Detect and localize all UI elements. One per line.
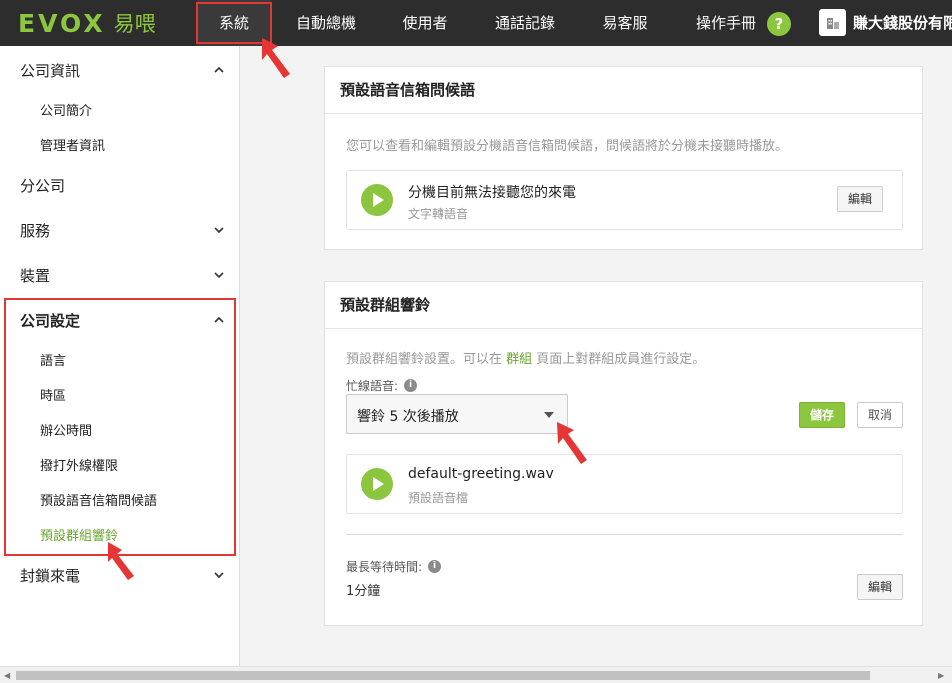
sidebar-company-info[interactable]: 公司資訊 xyxy=(20,60,80,81)
card-title: 預設群組響鈴 xyxy=(325,282,922,329)
voicemail-greeting-card: 預設語音信箱問候語 您可以查看和編輯預設分機語音信箱問候語，問候語將於分機未接聽… xyxy=(324,66,923,250)
caret-down-icon xyxy=(544,412,554,418)
audio-name: 分機目前無法接聽您的來電 xyxy=(408,185,576,201)
sidebar-block-calls[interactable]: 封鎖來電 xyxy=(20,565,80,586)
sidebar-services[interactable]: 服務 xyxy=(20,220,50,241)
play-icon[interactable] xyxy=(361,468,393,500)
info-icon[interactable]: i xyxy=(428,560,442,573)
audio-item: 分機目前無法接聽您的來電 文字轉語音 編輯 xyxy=(346,170,903,230)
group-link[interactable]: 群組 xyxy=(506,352,532,367)
top-nav-bar: EVOX 易喂 系統 自動總機 使用者 通話記錄 易客服 操作手冊 ? 賺大錢股… xyxy=(0,0,952,46)
company-icon[interactable] xyxy=(819,9,846,36)
audio-item: default-greeting.wav 預設語音檔 xyxy=(346,454,903,514)
select-value: 響鈴 5 次後播放 xyxy=(357,409,459,425)
help-icon[interactable]: ? xyxy=(767,12,791,36)
group-ringtone-card: 預設群組響鈴 預設群組響鈴設置。可以在 群組 頁面上對群組成員進行設定。 忙線語… xyxy=(324,281,923,626)
card-title: 預設語音信箱問候語 xyxy=(325,67,922,114)
scroll-left-icon[interactable]: ◀ xyxy=(4,671,10,680)
nav-manual[interactable]: 操作手冊 xyxy=(682,0,770,46)
chevron-down-icon[interactable] xyxy=(212,268,226,282)
nav-users[interactable]: 使用者 xyxy=(390,0,460,46)
save-button[interactable]: 儲存 xyxy=(799,402,845,428)
chevron-down-icon[interactable] xyxy=(212,223,226,237)
sidebar-admin-info[interactable]: 管理者資訊 xyxy=(40,135,105,154)
chevron-down-icon[interactable] xyxy=(212,568,226,582)
nav-call-records[interactable]: 通話記錄 xyxy=(482,0,568,46)
busy-voice-label: 忙線語音: i xyxy=(346,377,418,394)
edit-button[interactable]: 編輯 xyxy=(837,186,883,212)
busy-label-text: 忙線語音: xyxy=(346,379,399,393)
card-description: 預設群組響鈴設置。可以在 群組 頁面上對群組成員進行設定。 xyxy=(346,348,705,367)
nav-customer-service[interactable]: 易客服 xyxy=(590,0,660,46)
card-description: 您可以查看和編輯預設分機語音信箱問候語，問候語將於分機未接聽時播放。 xyxy=(346,139,789,154)
sidebar-branch[interactable]: 分公司 xyxy=(20,175,65,196)
max-wait-value: 1分鐘 xyxy=(346,584,381,599)
sidebar-company-profile[interactable]: 公司簡介 xyxy=(40,100,92,119)
nav-auto-attendant[interactable]: 自動總機 xyxy=(281,0,371,46)
wait-label-text: 最長等待時間: xyxy=(346,560,423,574)
scroll-right-icon[interactable]: ▶ xyxy=(938,671,944,680)
desc-text: 預設群組響鈴設置。可以在 xyxy=(346,352,507,367)
play-icon[interactable] xyxy=(361,184,393,216)
divider xyxy=(346,534,903,535)
annotation-highlight-sidebar xyxy=(4,298,236,556)
info-icon[interactable]: i xyxy=(404,379,418,392)
audio-type: 預設語音檔 xyxy=(408,491,469,505)
max-wait-label: 最長等待時間: i xyxy=(346,558,442,575)
chevron-up-icon[interactable] xyxy=(212,63,226,77)
scrollbar-thumb[interactable] xyxy=(16,671,870,680)
annotation-arrow-icon xyxy=(557,422,587,464)
audio-type: 文字轉語音 xyxy=(408,207,469,221)
logo-cn: 易喂 xyxy=(113,12,156,36)
logo-text: EVOX xyxy=(18,8,106,38)
annotation-arrow-icon xyxy=(262,38,290,78)
evox-logo[interactable]: EVOX 易喂 xyxy=(18,8,156,38)
annotation-arrow-icon xyxy=(108,542,134,580)
horizontal-scrollbar[interactable]: ◀ ▶ xyxy=(0,666,952,683)
cancel-button[interactable]: 取消 xyxy=(857,402,903,428)
desc-text: 頁面上對群組成員進行設定。 xyxy=(532,352,706,367)
edit-button[interactable]: 編輯 xyxy=(857,574,903,600)
company-name[interactable]: 賺大錢股份有限公司 xyxy=(853,0,952,46)
sidebar-devices[interactable]: 裝置 xyxy=(20,265,50,286)
audio-name: default-greeting.wav xyxy=(408,466,554,482)
busy-voice-select[interactable]: 響鈴 5 次後播放 xyxy=(346,394,568,434)
